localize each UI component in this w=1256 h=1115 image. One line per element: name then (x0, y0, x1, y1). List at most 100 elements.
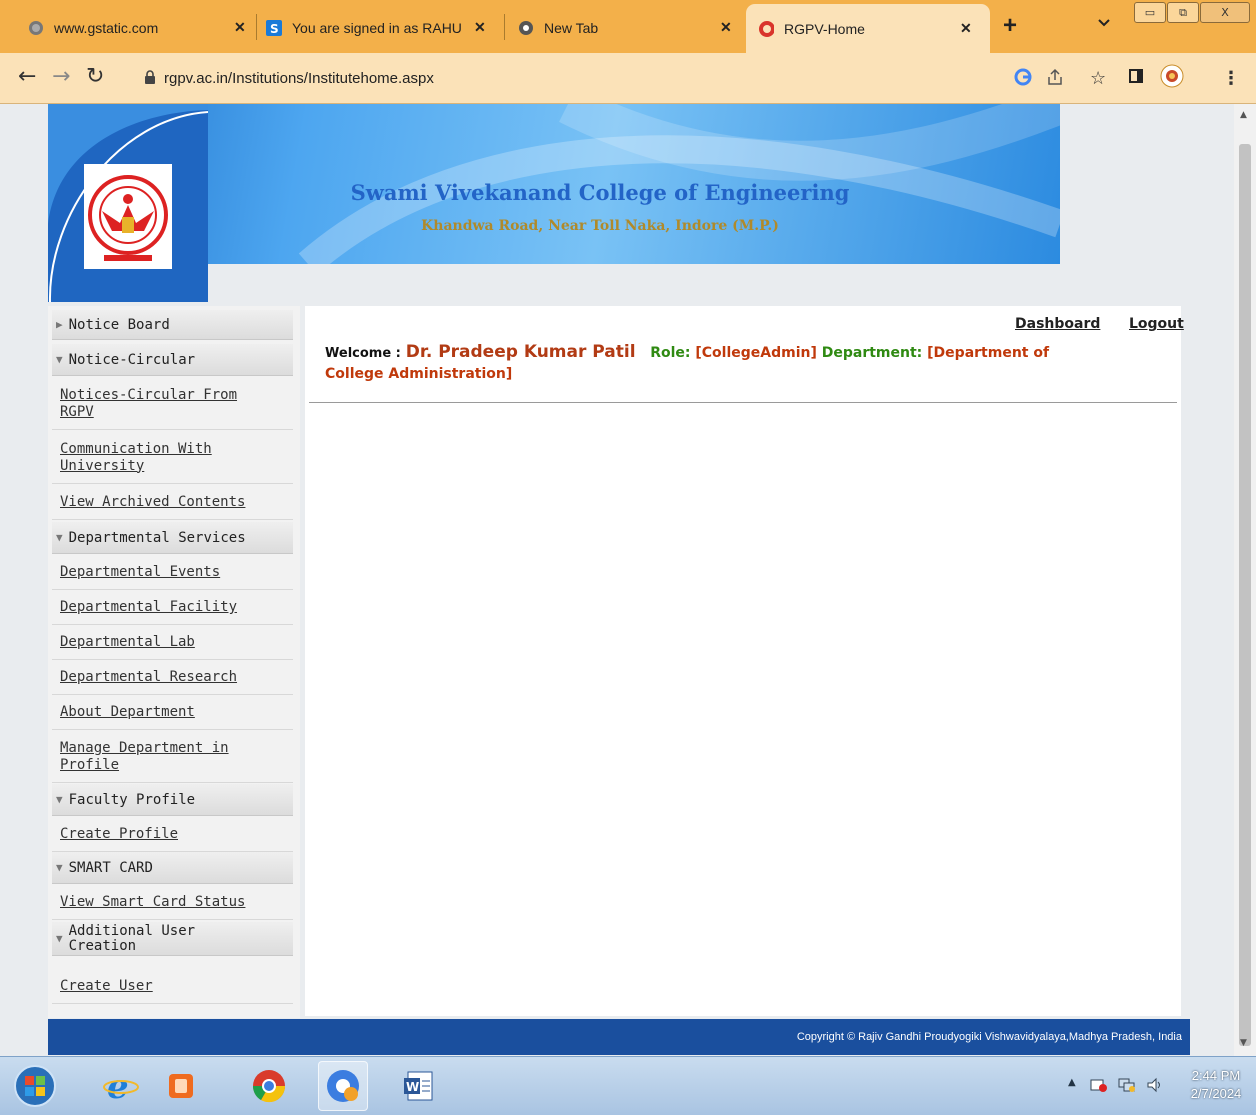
sidebar-notice-circular[interactable]: ▼ Notice-Circular (52, 344, 293, 376)
chrome-icon (518, 20, 534, 36)
maximize-button[interactable]: ⧉ (1167, 2, 1199, 23)
sidebar-item-notices-rgpv[interactable]: Notices-Circular From RGPV (52, 378, 293, 430)
action-center-icon[interactable] (1090, 1077, 1108, 1097)
role-value: [CollegeAdmin] (695, 345, 817, 361)
tab-title: RGPV-Home (784, 20, 865, 37)
dashboard-link[interactable]: Dashboard (1015, 316, 1100, 332)
new-tab-button[interactable]: + (1003, 12, 1017, 40)
sidebar-item-about-dept[interactable]: About Department (52, 696, 293, 730)
page-scrollbar[interactable]: ▲ ▼ (1234, 104, 1256, 1056)
svg-text:e: e (107, 1068, 129, 1104)
sidebar-faculty-profile[interactable]: ▼ Faculty Profile (52, 784, 293, 816)
word-icon[interactable]: W (394, 1061, 444, 1111)
sidebar-heading: Departmental Services (68, 529, 246, 546)
chrome-taskbar-icon[interactable] (244, 1061, 294, 1111)
windows-taskbar: e W ▲ 2:44 PM 2/7/2024 (0, 1056, 1256, 1115)
address-bar[interactable]: rgpv.ac.in/Institutions/Institutehome.as… (136, 62, 1004, 95)
internet-explorer-icon[interactable]: e (96, 1061, 146, 1111)
sidebar-link[interactable]: About Department (60, 704, 195, 721)
forward-arrow-icon[interactable]: → (52, 65, 70, 89)
sidebar-heading: Faculty Profile (68, 791, 196, 808)
triangle-down-icon: ▼ (56, 861, 63, 874)
sidebar-item-dept-lab[interactable]: Departmental Lab (52, 626, 293, 660)
sidebar-heading: Additional User Creation (68, 922, 196, 954)
sidebar-item-manage-dept[interactable]: Manage Department in Profile (52, 731, 293, 783)
sidebar-link[interactable]: Create Profile (60, 826, 178, 843)
minimize-button[interactable]: ▭ (1134, 2, 1166, 23)
triangle-down-icon: ▼ (56, 353, 63, 366)
google-icon[interactable] (1014, 68, 1032, 91)
share-icon[interactable] (1046, 68, 1064, 91)
close-tab-icon[interactable]: ✕ (234, 19, 246, 36)
scrollbar-thumb[interactable] (1239, 144, 1251, 1046)
sidebar-departmental-services[interactable]: ▼ Departmental Services (52, 522, 293, 554)
sidebar-item-archived[interactable]: View Archived Contents (52, 486, 293, 520)
tab-new-tab[interactable]: New Tab ✕ (518, 6, 740, 49)
logout-link[interactable]: Logout (1129, 316, 1184, 332)
content-divider (309, 402, 1177, 403)
tab-separator (504, 14, 505, 40)
sidebar-item-dept-research[interactable]: Departmental Research (52, 661, 293, 695)
sidebar-link[interactable]: Notices-Circular From RGPV (60, 387, 250, 421)
sidebar-item-smart-card-status[interactable]: View Smart Card Status (52, 886, 293, 920)
media-player-icon[interactable] (156, 1061, 206, 1111)
sidebar-link[interactable]: Create User (60, 978, 153, 995)
sidebar-link[interactable]: Departmental Lab (60, 634, 195, 651)
network-icon[interactable] (1118, 1077, 1136, 1097)
chrome-active-taskbar-icon[interactable] (318, 1061, 368, 1111)
close-tab-icon[interactable]: ✕ (960, 20, 972, 37)
sidebar-link[interactable]: Departmental Facility (60, 599, 237, 616)
page-viewport: Swami Vivekanand College of Engineering … (0, 104, 1234, 1056)
close-window-button[interactable]: X (1200, 2, 1250, 23)
main-content: Dashboard Logout Welcome : Dr. Pradeep K… (305, 306, 1184, 1016)
reload-icon[interactable]: ↻ (86, 65, 104, 89)
tab-gstatic[interactable]: www.gstatic.com ✕ (28, 6, 260, 49)
tab-signed-in[interactable]: S You are signed in as RAHU ✕ (266, 6, 498, 49)
sidebar-link[interactable]: Manage Department in Profile (60, 740, 250, 774)
close-tab-icon[interactable]: ✕ (474, 19, 486, 36)
sidebar-link[interactable]: Communication With University (60, 441, 250, 475)
globe-icon (28, 20, 44, 36)
user-name: Dr. Pradeep Kumar Patil (405, 342, 636, 362)
scroll-up-icon[interactable]: ▲ (1240, 110, 1247, 120)
close-tab-icon[interactable]: ✕ (720, 19, 732, 36)
copyright-text: Copyright © Rajiv Gandhi Proudyogiki Vis… (796, 1031, 1182, 1043)
college-name: Swami Vivekanand College of Engineering (350, 180, 850, 205)
sidebar-item-communication[interactable]: Communication With University (52, 432, 293, 484)
rgpv-icon (758, 20, 774, 37)
sidebar-heading: Notice-Circular (68, 351, 196, 368)
system-clock[interactable]: 2:44 PM 2/7/2024 (1186, 1067, 1246, 1103)
sidebar-link[interactable]: Departmental Research (60, 669, 237, 686)
more-menu-icon[interactable]: ⋮ (1222, 68, 1240, 89)
sidebar-panel-icon[interactable] (1128, 68, 1144, 89)
star-icon[interactable]: ☆ (1090, 68, 1106, 89)
tab-rgpv-home[interactable]: RGPV-Home ✕ (746, 4, 990, 53)
back-arrow-icon[interactable]: ← (18, 65, 36, 89)
sidebar-item-create-user[interactable]: Create User (52, 970, 293, 1004)
start-button[interactable] (10, 1061, 60, 1111)
sidebar-link[interactable]: View Archived Contents (60, 494, 245, 511)
sidebar-additional-user[interactable]: ▼ Additional User Creation (52, 922, 293, 956)
sidebar-smart-card[interactable]: ▼ SMART CARD (52, 852, 293, 884)
role-label: Role: (650, 345, 691, 361)
sidebar-notice-board[interactable]: ▶ Notice Board (52, 310, 293, 340)
browser-toolbar: ← → ↻ rgpv.ac.in/Institutions/Instituteh… (0, 53, 1256, 104)
tab-title: New Tab (544, 19, 599, 36)
sidebar-link[interactable]: Departmental Events (60, 564, 220, 581)
sidebar-link[interactable]: View Smart Card Status (60, 894, 245, 911)
sidebar-item-dept-events[interactable]: Departmental Events (52, 556, 293, 590)
svg-text:W: W (406, 1080, 419, 1094)
logo-panel (48, 104, 208, 302)
sidebar-item-dept-facility[interactable]: Departmental Facility (52, 591, 293, 625)
volume-icon[interactable] (1146, 1077, 1164, 1097)
sidebar-item-create-profile[interactable]: Create Profile (52, 818, 293, 852)
scroll-down-icon[interactable]: ▼ (1240, 1038, 1247, 1048)
chevron-down-icon[interactable] (1097, 16, 1111, 32)
welcome-label: Welcome : (325, 346, 401, 361)
svg-text:S: S (270, 22, 279, 36)
s-app-icon: S (266, 19, 282, 36)
page-footer: Copyright © Rajiv Gandhi Proudyogiki Vis… (48, 1019, 1190, 1055)
profile-avatar[interactable] (1160, 64, 1184, 93)
tab-title: www.gstatic.com (54, 19, 159, 36)
show-hidden-icons-icon[interactable]: ▲ (1068, 1077, 1076, 1088)
